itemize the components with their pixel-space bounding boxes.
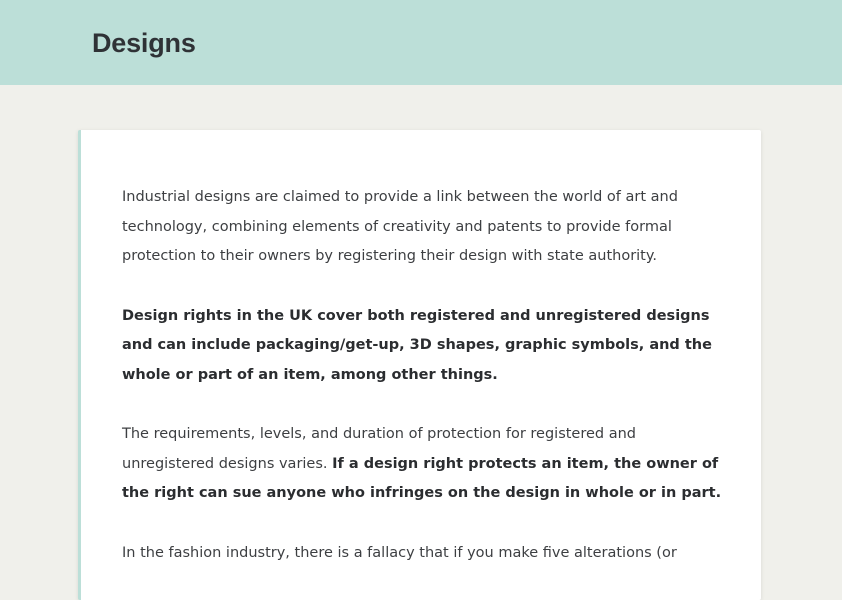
paragraph-intro: Industrial designs are claimed to provid…: [122, 189, 678, 264]
paragraph-fashion-industry: In the fashion industry, there is a fall…: [122, 544, 677, 561]
page-header: Designs: [0, 0, 842, 85]
article-card: Industrial designs are claimed to provid…: [78, 130, 761, 600]
article-content: Industrial designs are claimed to provid…: [122, 183, 722, 598]
page-title: Designs: [92, 28, 196, 58]
paragraph-uk-design-rights: Design rights in the UK cover both regis…: [122, 307, 712, 383]
paragraph-protection-requirements: The requirements, levels, and duration o…: [122, 420, 722, 509]
